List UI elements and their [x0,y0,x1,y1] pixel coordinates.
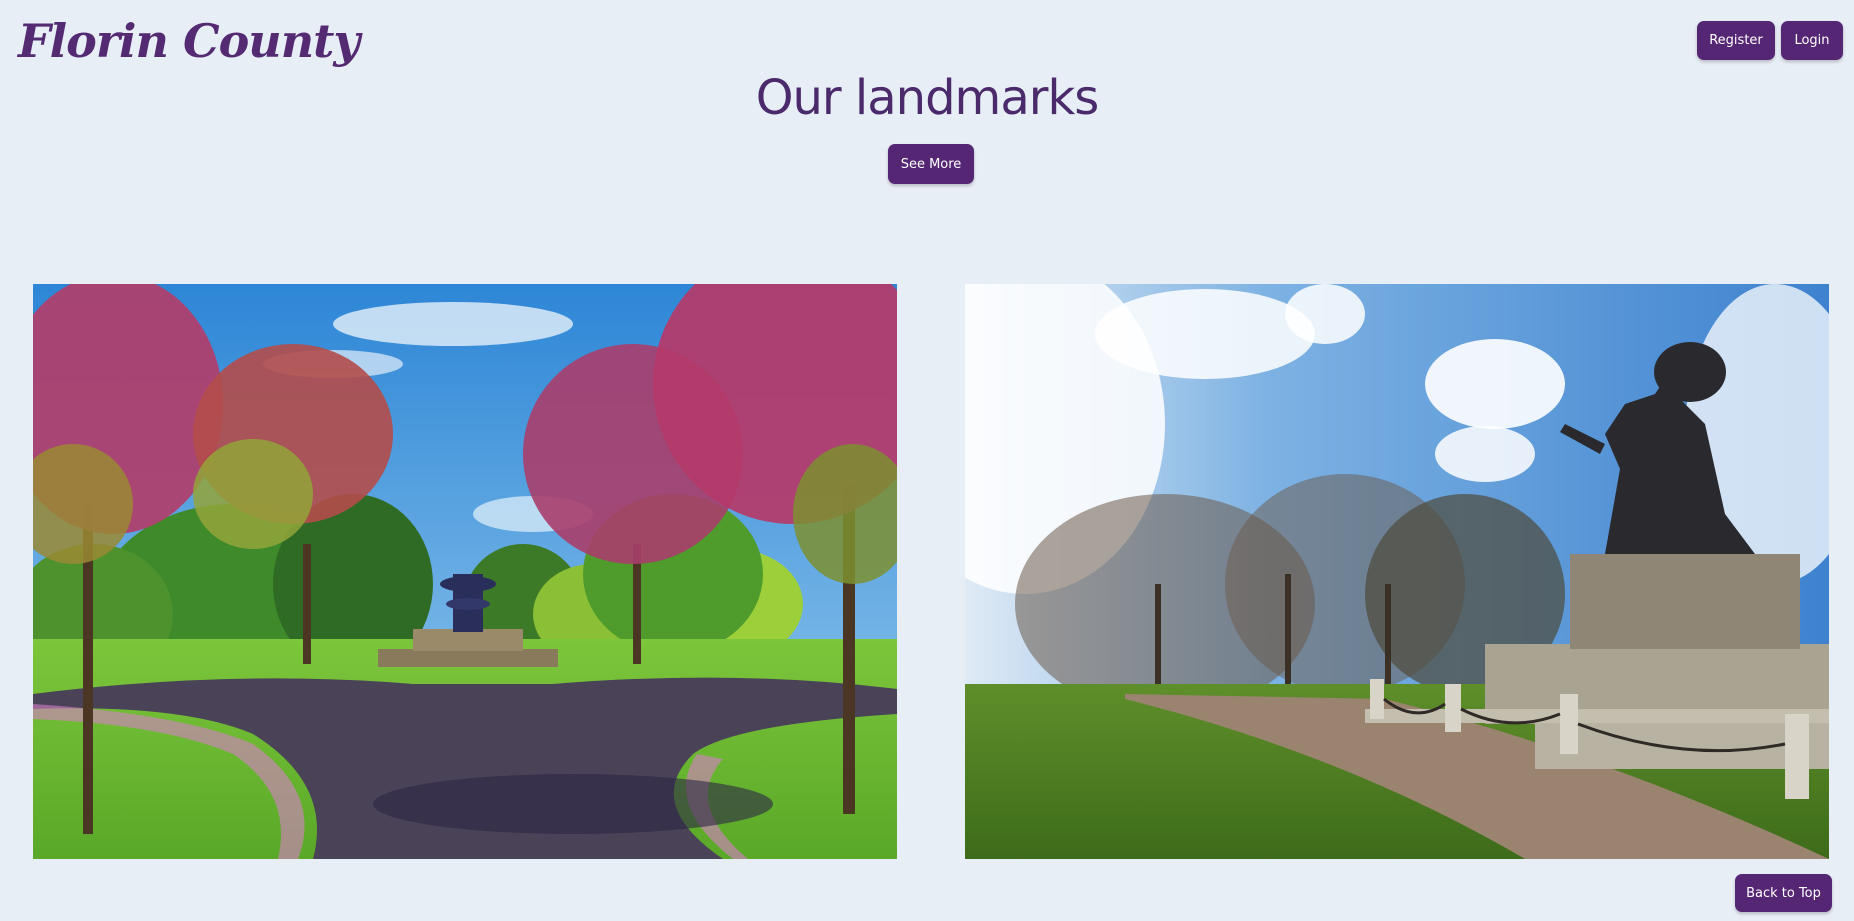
park-fountain-photo [33,284,897,859]
park-fountain-image [33,284,897,859]
auth-buttons: Register Login [1697,21,1843,60]
statue-monument-image [965,284,1829,859]
register-button[interactable]: Register [1697,21,1775,60]
page: Florin County Register Login Our landmar… [0,0,1854,921]
statue-monument-photo [965,284,1829,859]
login-button[interactable]: Login [1781,21,1843,60]
page-title: Our landmarks [755,70,1100,126]
see-more-button[interactable]: See More [888,144,974,184]
back-to-top-button[interactable]: Back to Top [1735,874,1832,912]
